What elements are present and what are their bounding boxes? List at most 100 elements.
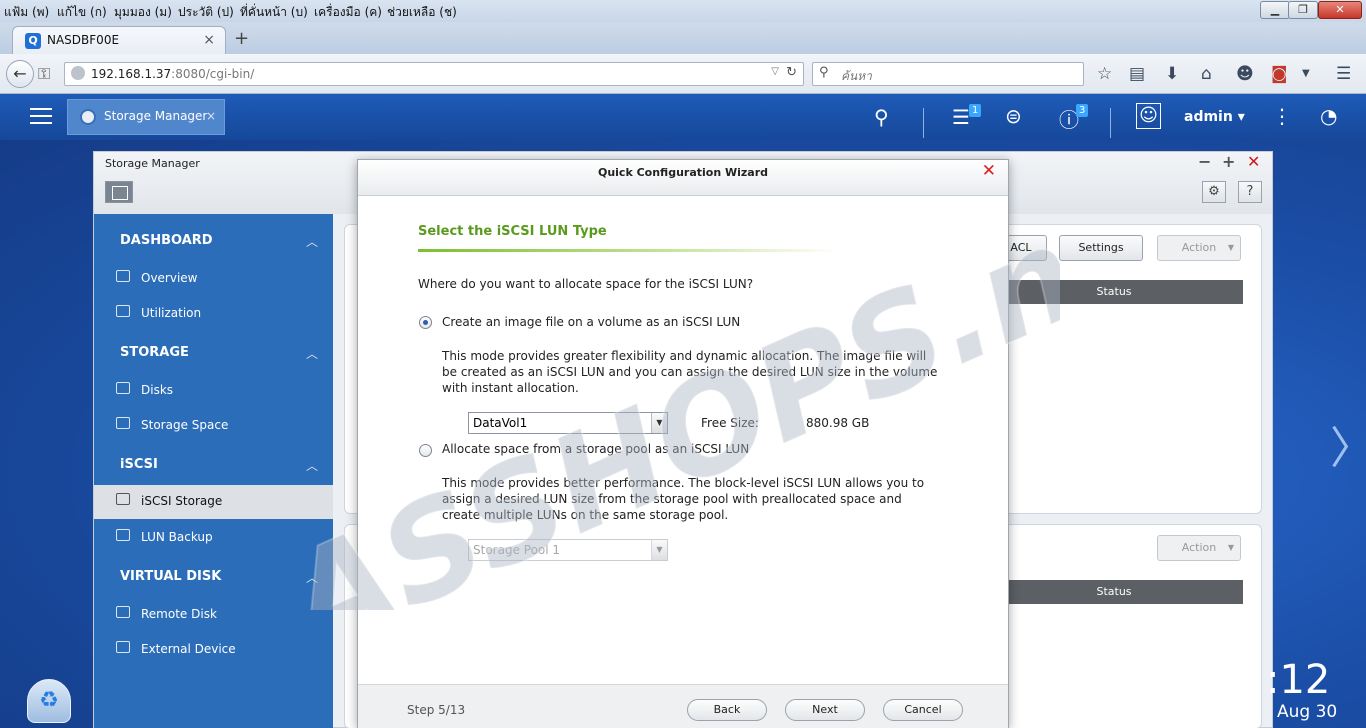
- free-size-label: Free Size:: [701, 416, 759, 430]
- chat-icon[interactable]: ☻: [1236, 64, 1254, 84]
- app-tab-close-icon[interactable]: ×: [206, 109, 216, 123]
- cancel-button[interactable]: Cancel: [883, 699, 963, 721]
- dialog-footer: Step 5/13 Back Next Cancel: [358, 684, 1008, 728]
- image-file-radio[interactable]: [419, 316, 432, 329]
- background-tasks-icon[interactable]: ☰: [952, 105, 970, 129]
- settings-button[interactable]: Settings: [1059, 235, 1143, 261]
- sidebar-item-storage-space[interactable]: Storage Space: [94, 409, 333, 443]
- tab-close-icon[interactable]: ×: [203, 32, 215, 48]
- search-icon[interactable]: ⚲: [874, 105, 889, 129]
- sidebar-item-remote-disk[interactable]: Remote Disk: [94, 598, 333, 632]
- sidebar-section-storage[interactable]: STORAGE: [120, 345, 189, 360]
- bookmark-star-icon[interactable]: ☆: [1097, 64, 1112, 84]
- menu-help[interactable]: ช่วยเหลือ (ช): [387, 3, 457, 22]
- menu-history[interactable]: ประวัติ (ป): [178, 3, 234, 22]
- home-icon[interactable]: ⌂: [1201, 64, 1212, 84]
- help-icon: ?: [1246, 184, 1254, 199]
- status-column-header[interactable]: Status: [985, 580, 1243, 604]
- window-restore-button[interactable]: ❐: [1288, 1, 1318, 19]
- key-icon[interactable]: ⚿: [38, 64, 50, 84]
- taskbar-separator: [1110, 108, 1111, 138]
- desktop-clock: :12: [1266, 657, 1331, 703]
- download-icon[interactable]: ⬇: [1165, 64, 1179, 84]
- minimize-icon[interactable]: −: [1198, 152, 1211, 171]
- user-avatar-icon[interactable]: ☺: [1136, 103, 1161, 129]
- reading-list-icon[interactable]: ▤: [1129, 64, 1145, 84]
- back-button[interactable]: ←: [6, 60, 34, 88]
- window-close-button[interactable]: ✕: [1318, 1, 1362, 19]
- dialog-close-icon[interactable]: ✕: [982, 161, 996, 181]
- browser-menubar: แฟ้ม (พ) แก้ไข (ก) มุมมอง (ม) ประวัติ (ป…: [0, 0, 1366, 22]
- settings-gear-button[interactable]: ⚙: [1202, 181, 1226, 203]
- next-button[interactable]: Next: [785, 699, 865, 721]
- browser-menu-icon[interactable]: ☰: [1336, 64, 1351, 84]
- volume-select[interactable]: DataVol1 ▼: [468, 412, 668, 434]
- action-label: Action: [1181, 241, 1217, 254]
- heading-divider: [418, 249, 838, 252]
- window-minimize-button[interactable]: ▁: [1260, 1, 1290, 19]
- storage-manager-app-icon: [80, 109, 96, 125]
- storage-manager-taskbar-tab[interactable]: Storage Manager ×: [67, 99, 225, 135]
- help-button[interactable]: ?: [1238, 181, 1262, 203]
- sidebar-item-disks[interactable]: Disks: [94, 374, 333, 408]
- sidebar-item-lun-backup[interactable]: LUN Backup: [94, 521, 333, 555]
- external-device-icon[interactable]: ⊜: [1005, 104, 1022, 128]
- search-icon: ⚲: [819, 65, 829, 80]
- menu-file[interactable]: แฟ้ม (พ): [4, 3, 49, 22]
- search-bar[interactable]: ⚲ ค้นหา: [812, 62, 1084, 86]
- menu-edit[interactable]: แก้ไข (ก): [57, 3, 107, 22]
- action-dropdown-button[interactable]: Action ▼: [1157, 535, 1241, 561]
- sidebar-item-iscsi-storage[interactable]: iSCSI Storage: [94, 485, 333, 519]
- sidebar-item-utilization[interactable]: Utilization: [94, 297, 333, 331]
- new-tab-button[interactable]: +: [234, 28, 249, 49]
- close-icon[interactable]: ✕: [1247, 152, 1260, 171]
- storage-pool-radio[interactable]: [419, 444, 432, 457]
- qts-taskbar: Storage Manager × ⚲ ☰ 1 ⊜ ⓘ 3 ☺ admin ▾ …: [0, 94, 1366, 140]
- sidebar: DASHBOARD ︿ Overview Utilization STORAGE…: [94, 214, 333, 728]
- action-dropdown-button[interactable]: Action ▼: [1157, 235, 1241, 261]
- back-button[interactable]: Back: [687, 699, 767, 721]
- collapse-caret-icon[interactable]: ︿: [306, 569, 318, 586]
- collapse-caret-icon[interactable]: ︿: [306, 345, 318, 362]
- maximize-icon[interactable]: +: [1222, 152, 1235, 171]
- chevron-right-icon[interactable]: 〉: [1330, 412, 1366, 476]
- sidebar-item-external-device[interactable]: External Device: [94, 633, 333, 667]
- sidebar-item-label: Storage Space: [141, 418, 229, 432]
- sidebar-item-label: Disks: [141, 383, 174, 397]
- browser-tab[interactable]: Q NASDBF00E ×: [12, 26, 226, 54]
- sidebar-item-overview[interactable]: Overview: [94, 262, 333, 296]
- addon-icon[interactable]: ◙: [1271, 64, 1288, 84]
- url-text[interactable]: 192.168.1.37:8080/cgi-bin/: [91, 67, 254, 81]
- status-column-header[interactable]: Status: [985, 280, 1243, 304]
- window-title: Storage Manager: [105, 157, 200, 170]
- url-history-dropdown-icon[interactable]: ▽: [771, 66, 779, 77]
- dashboard-gauge-icon[interactable]: ◔: [1320, 104, 1337, 128]
- action-label: Action: [1181, 541, 1217, 554]
- more-options-icon[interactable]: ⋮: [1272, 104, 1292, 128]
- main-menu-icon[interactable]: [30, 105, 52, 125]
- collapse-caret-icon[interactable]: ︿: [306, 457, 318, 474]
- collapse-caret-icon[interactable]: ︿: [306, 233, 318, 250]
- addon-dropdown-icon[interactable]: ▼: [1302, 68, 1310, 79]
- qnap-favicon-icon: Q: [25, 33, 41, 49]
- url-bar[interactable]: 192.168.1.37:8080/cgi-bin/ ▽ ↻: [64, 62, 804, 86]
- sidebar-section-dashboard[interactable]: DASHBOARD: [120, 233, 213, 248]
- menu-bookmarks[interactable]: ที่คั่นหน้า (บ): [240, 3, 308, 22]
- reload-icon[interactable]: ↻: [786, 65, 797, 80]
- menu-tools[interactable]: เครื่องมือ (ค): [314, 3, 382, 22]
- sidebar-section-virtual-disk[interactable]: VIRTUAL DISK: [120, 569, 221, 584]
- image-file-option-label[interactable]: Create an image file on a volume as an i…: [442, 315, 740, 329]
- view-toggle-button[interactable]: [105, 181, 133, 203]
- storage-pool-option-label[interactable]: Allocate space from a storage pool as an…: [442, 442, 749, 456]
- menu-view[interactable]: มุมมอง (ม): [114, 3, 172, 22]
- user-menu[interactable]: admin ▾: [1184, 109, 1245, 125]
- overview-icon: [116, 270, 130, 282]
- recycle-bin-icon[interactable]: ♻: [27, 679, 71, 723]
- desktop-date: Aug 30: [1277, 702, 1338, 722]
- url-path: :8080/cgi-bin/: [171, 67, 255, 81]
- storage-pool-select[interactable]: Storage Pool 1 ▼: [468, 539, 668, 561]
- step-indicator: Step 5/13: [407, 703, 466, 717]
- sidebar-item-label: Remote Disk: [141, 607, 217, 621]
- gear-icon: ⚙: [1208, 184, 1220, 199]
- sidebar-section-iscsi[interactable]: iSCSI: [120, 457, 158, 472]
